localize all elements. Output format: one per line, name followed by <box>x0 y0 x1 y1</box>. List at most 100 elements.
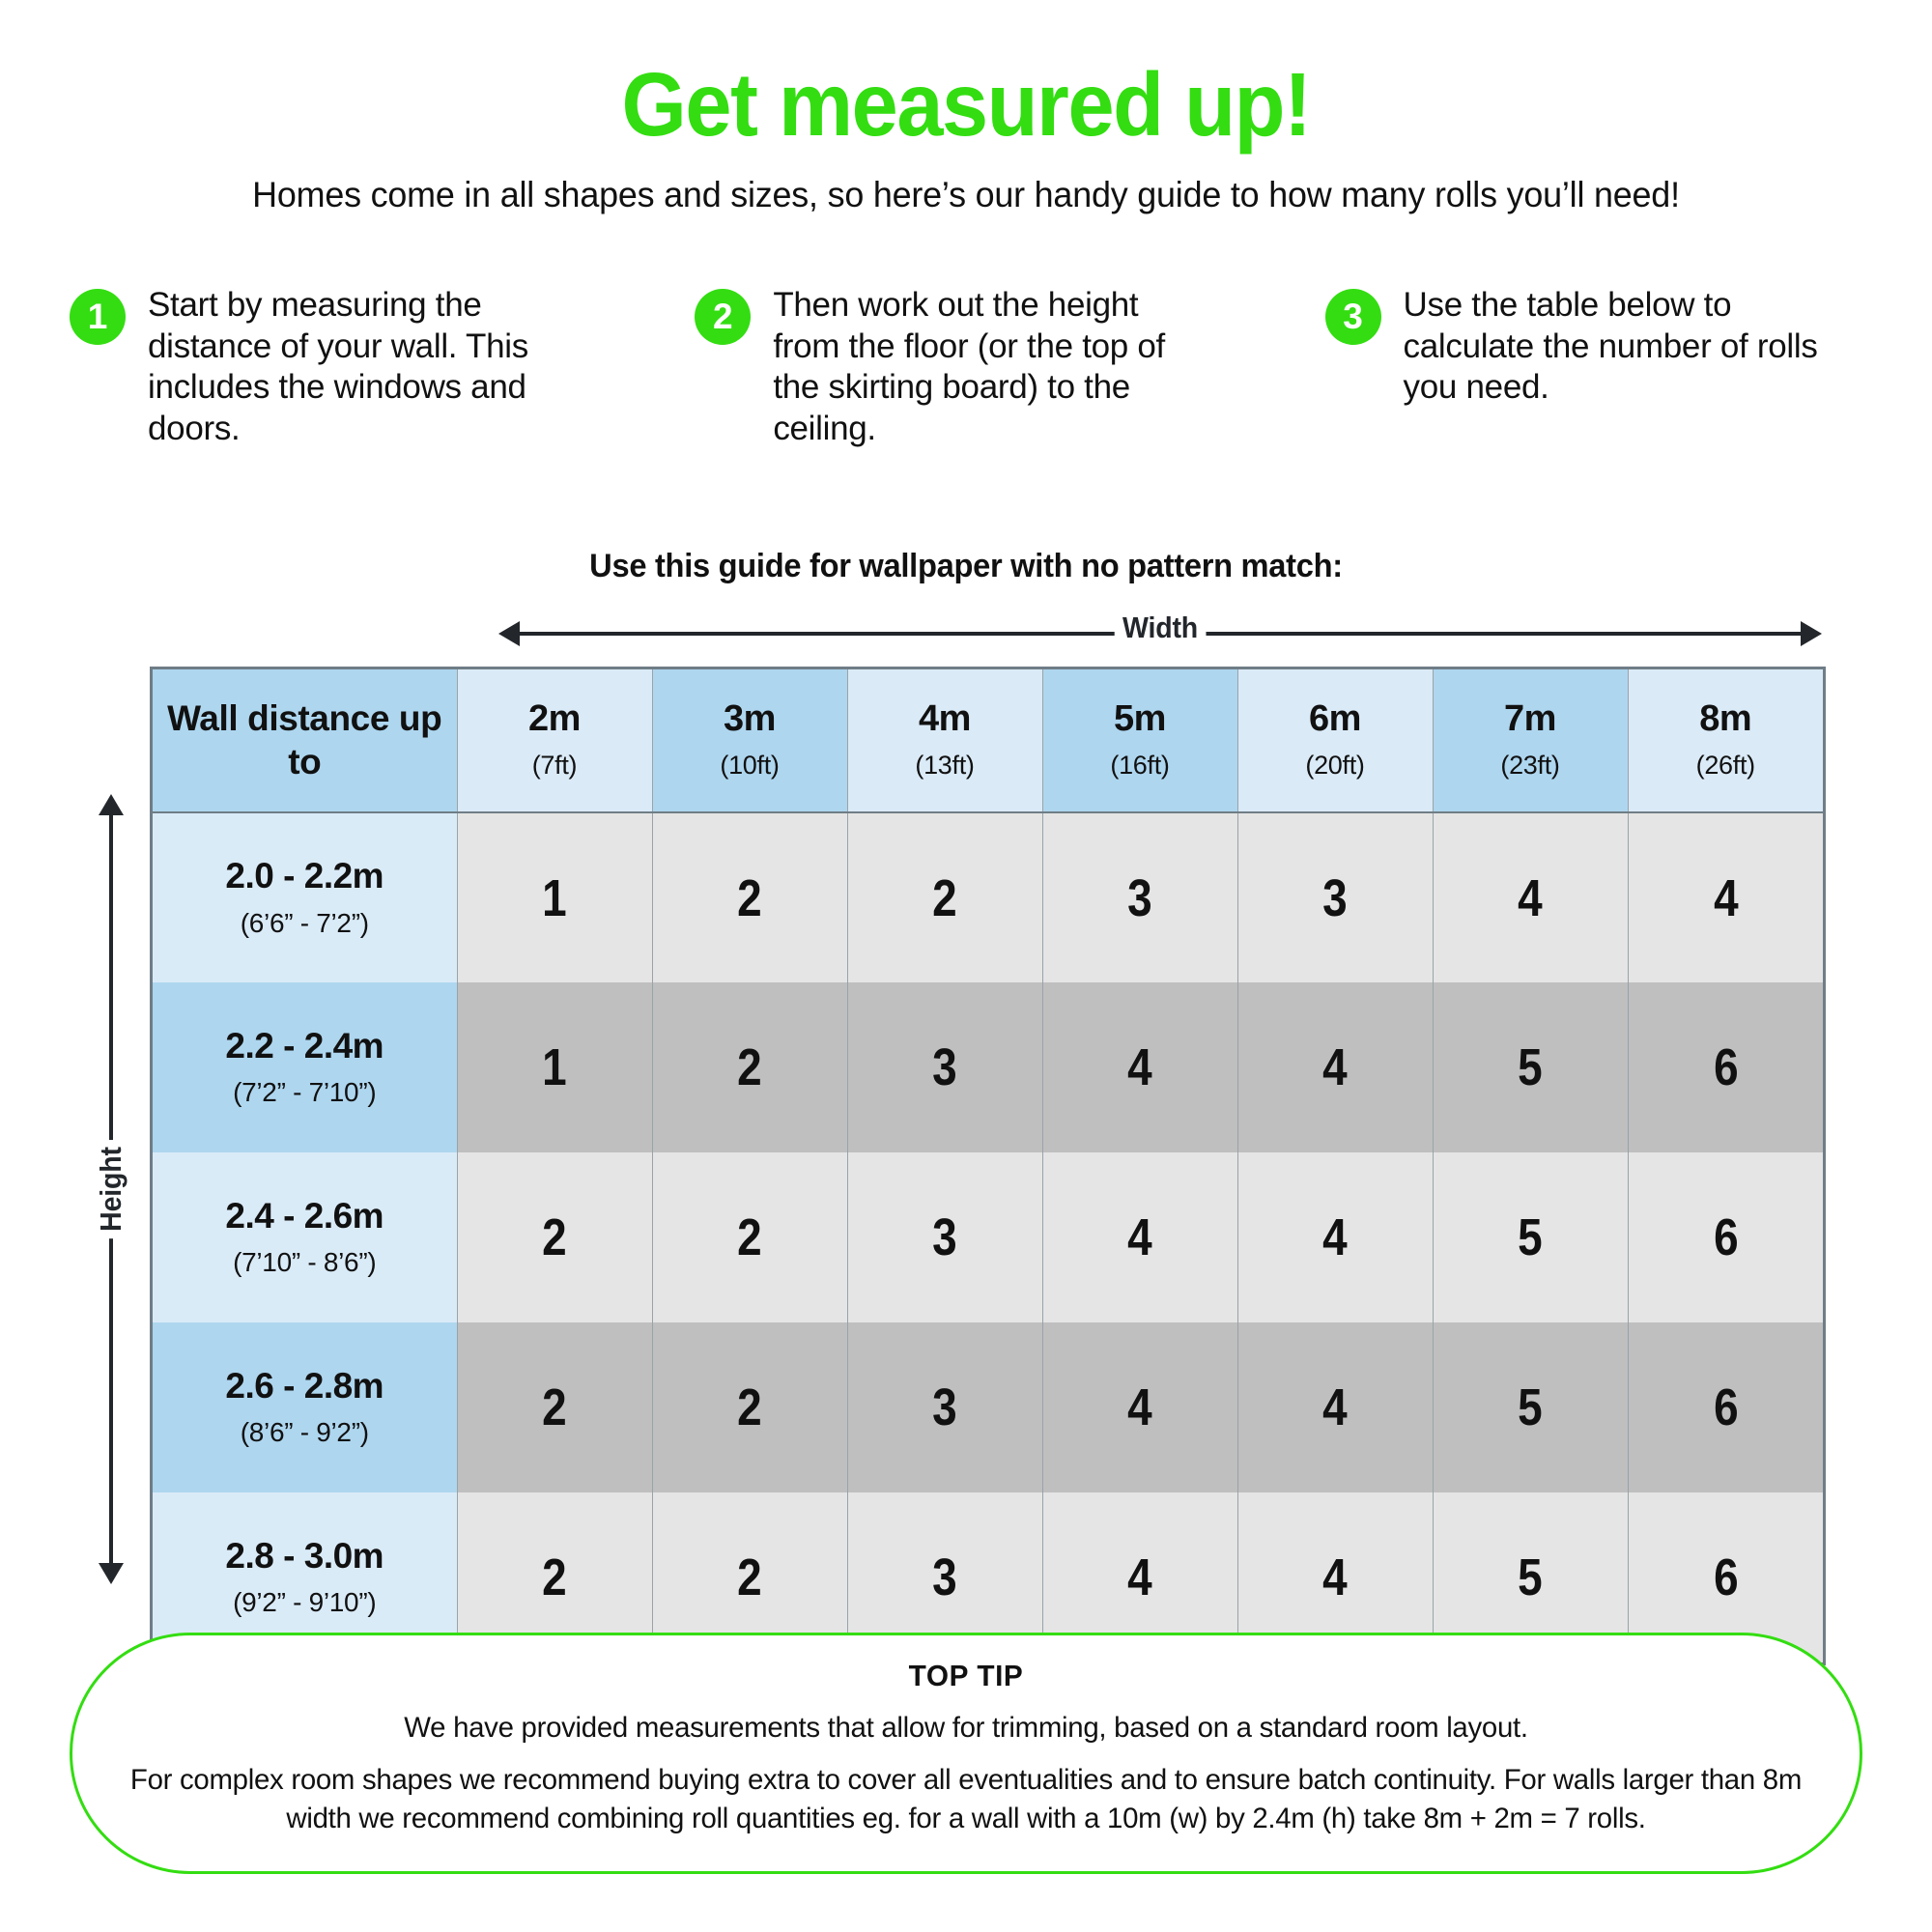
cell-value: 2 <box>932 868 958 927</box>
cell-value: 4 <box>1322 1208 1349 1266</box>
cell-r3-c3: 3 <box>847 1152 1043 1322</box>
cell-value: 4 <box>1127 1548 1153 1606</box>
cell-value: 4 <box>1322 1378 1349 1436</box>
table-corner-header: Wall distance up to <box>153 669 458 813</box>
cell-value: 3 <box>1127 868 1153 927</box>
height-axis-arrow: Height <box>91 794 131 1584</box>
cell-r4-c2: 2 <box>652 1322 848 1492</box>
row-header-2-metric: 2.2 - 2.4m <box>225 1025 384 1065</box>
column-header-2m-imperial: (7ft) <box>531 751 578 781</box>
cell-value: 4 <box>1127 1208 1153 1266</box>
cell-r4-c7: 6 <box>1628 1322 1823 1492</box>
column-header-4m-imperial: (13ft) <box>915 751 975 781</box>
cell-value: 2 <box>542 1208 568 1266</box>
row-header-4-imperial: (8’6” - 9’2”) <box>240 1417 369 1448</box>
cell-value: 2 <box>737 1208 763 1266</box>
arrow-right-head-icon <box>1801 621 1822 646</box>
column-header-3m: 3m (10ft) <box>652 669 848 813</box>
cell-value: 4 <box>1518 868 1544 927</box>
step-text-3: Use the table below to calculate the num… <box>1403 286 1818 407</box>
column-header-6m-imperial: (20ft) <box>1305 751 1365 781</box>
column-header-4m: 4m (13ft) <box>847 669 1043 813</box>
cell-r2-c3: 3 <box>847 982 1043 1152</box>
column-header-8m-imperial: (26ft) <box>1695 751 1756 781</box>
table-row: 2.0 - 2.2m (6’6” - 7’2”) 1 2 2 3 3 4 4 <box>153 812 1823 982</box>
cell-value: 2 <box>737 1548 763 1606</box>
row-header-1: 2.0 - 2.2m (6’6” - 7’2”) <box>153 812 458 982</box>
cell-value: 2 <box>737 1378 763 1436</box>
height-axis-label: Height <box>91 1139 131 1239</box>
step-item-3: 3 Use the table below to calculate the n… <box>1324 285 1893 450</box>
page-subtitle: Homes come in all shapes and sizes, so h… <box>252 175 1680 214</box>
column-header-2m-metric: 2m <box>528 697 581 739</box>
cell-r1-c2: 2 <box>652 812 848 982</box>
cell-value: 3 <box>1322 868 1349 927</box>
cell-r2-c4: 4 <box>1042 982 1238 1152</box>
step-number-badge-2: 2 <box>695 289 752 345</box>
wall-distance-label: Wall distance up to <box>167 698 442 781</box>
cell-r3-c1: 2 <box>457 1152 653 1322</box>
cell-value: 1 <box>542 868 568 927</box>
row-header-5-imperial: (9’2” - 9’10”) <box>233 1587 377 1618</box>
column-header-6m: 6m (20ft) <box>1237 669 1434 813</box>
table-row: 2.6 - 2.8m (8’6” - 9’2”) 2 2 3 4 4 5 6 <box>153 1322 1823 1492</box>
arrow-down-head-icon <box>99 1563 124 1584</box>
cell-r3-c4: 4 <box>1042 1152 1238 1322</box>
cell-r4-c3: 3 <box>847 1322 1043 1492</box>
cell-r2-c7: 6 <box>1628 982 1823 1152</box>
column-header-5m-metric: 5m <box>1114 697 1166 739</box>
rolls-calculation-table: Wall distance up to 2m (7ft) 3m (10ft) 4… <box>150 667 1826 1665</box>
column-header-5m: 5m (16ft) <box>1042 669 1238 813</box>
cell-r1-c7: 4 <box>1628 812 1823 982</box>
cell-value: 2 <box>737 1038 763 1096</box>
row-header-2: 2.2 - 2.4m (7’2” - 7’10”) <box>153 982 458 1152</box>
cell-value: 2 <box>737 868 763 927</box>
infographic-page: Get measured up! Homes come in all shape… <box>0 0 1932 1932</box>
step-item-2: 2 Then work out the height from the floo… <box>695 285 1324 450</box>
cell-r4-c1: 2 <box>457 1322 653 1492</box>
cell-r1-c6: 4 <box>1433 812 1629 982</box>
row-header-1-imperial: (6’6” - 7’2”) <box>240 907 369 938</box>
cell-value: 5 <box>1518 1208 1544 1266</box>
cell-value: 6 <box>1713 1038 1739 1096</box>
table-row: 2.2 - 2.4m (7’2” - 7’10”) 1 2 3 4 4 5 6 <box>153 982 1823 1152</box>
step-number-badge-1: 1 <box>70 289 126 345</box>
table-header-row: Wall distance up to 2m (7ft) 3m (10ft) 4… <box>153 669 1823 813</box>
top-tip-line-2: For complex room shapes we recommend buy… <box>129 1764 1803 1835</box>
cell-r2-c6: 5 <box>1433 982 1629 1152</box>
width-axis-label: Width <box>1114 611 1207 645</box>
cell-value: 2 <box>542 1548 568 1606</box>
cell-r3-c2: 2 <box>652 1152 848 1322</box>
cell-r1-c4: 3 <box>1042 812 1238 982</box>
step-text-2: Then work out the height from the floor … <box>773 286 1165 448</box>
row-header-2-imperial: (7’2” - 7’10”) <box>233 1077 377 1108</box>
top-tip-box: TOP TIP We have provided measurements th… <box>70 1633 1862 1874</box>
cell-value: 2 <box>542 1378 568 1436</box>
cell-value: 5 <box>1518 1548 1544 1606</box>
table-row: 2.4 - 2.6m (7’10” - 8’6”) 2 2 3 4 4 5 6 <box>153 1152 1823 1322</box>
row-header-3-metric: 2.4 - 2.6m <box>225 1195 384 1236</box>
cell-r3-c7: 6 <box>1628 1152 1823 1322</box>
cell-r4-c4: 4 <box>1042 1322 1238 1492</box>
row-header-5-metric: 2.8 - 3.0m <box>225 1535 384 1576</box>
cell-r4-c5: 4 <box>1237 1322 1434 1492</box>
top-tip-line-1: We have provided measurements that allow… <box>404 1712 1528 1744</box>
cell-value: 6 <box>1713 1548 1739 1606</box>
column-header-5m-imperial: (16ft) <box>1110 751 1170 781</box>
cell-value: 1 <box>542 1038 568 1096</box>
cell-value: 4 <box>1322 1038 1349 1096</box>
cell-value: 5 <box>1518 1038 1544 1096</box>
column-header-2m: 2m (7ft) <box>457 669 653 813</box>
cell-value: 4 <box>1127 1038 1153 1096</box>
cell-r3-c5: 4 <box>1237 1152 1434 1322</box>
cell-r1-c5: 3 <box>1237 812 1434 982</box>
step-item-1: 1 Start by measuring the distance of you… <box>70 285 695 450</box>
cell-r2-c1: 1 <box>457 982 653 1152</box>
cell-r2-c5: 4 <box>1237 982 1434 1152</box>
column-header-4m-metric: 4m <box>919 697 971 739</box>
cell-value: 6 <box>1713 1208 1739 1266</box>
column-header-7m-imperial: (23ft) <box>1500 751 1560 781</box>
cell-value: 4 <box>1127 1378 1153 1436</box>
row-header-3: 2.4 - 2.6m (7’10” - 8’6”) <box>153 1152 458 1322</box>
cell-value: 3 <box>932 1548 958 1606</box>
